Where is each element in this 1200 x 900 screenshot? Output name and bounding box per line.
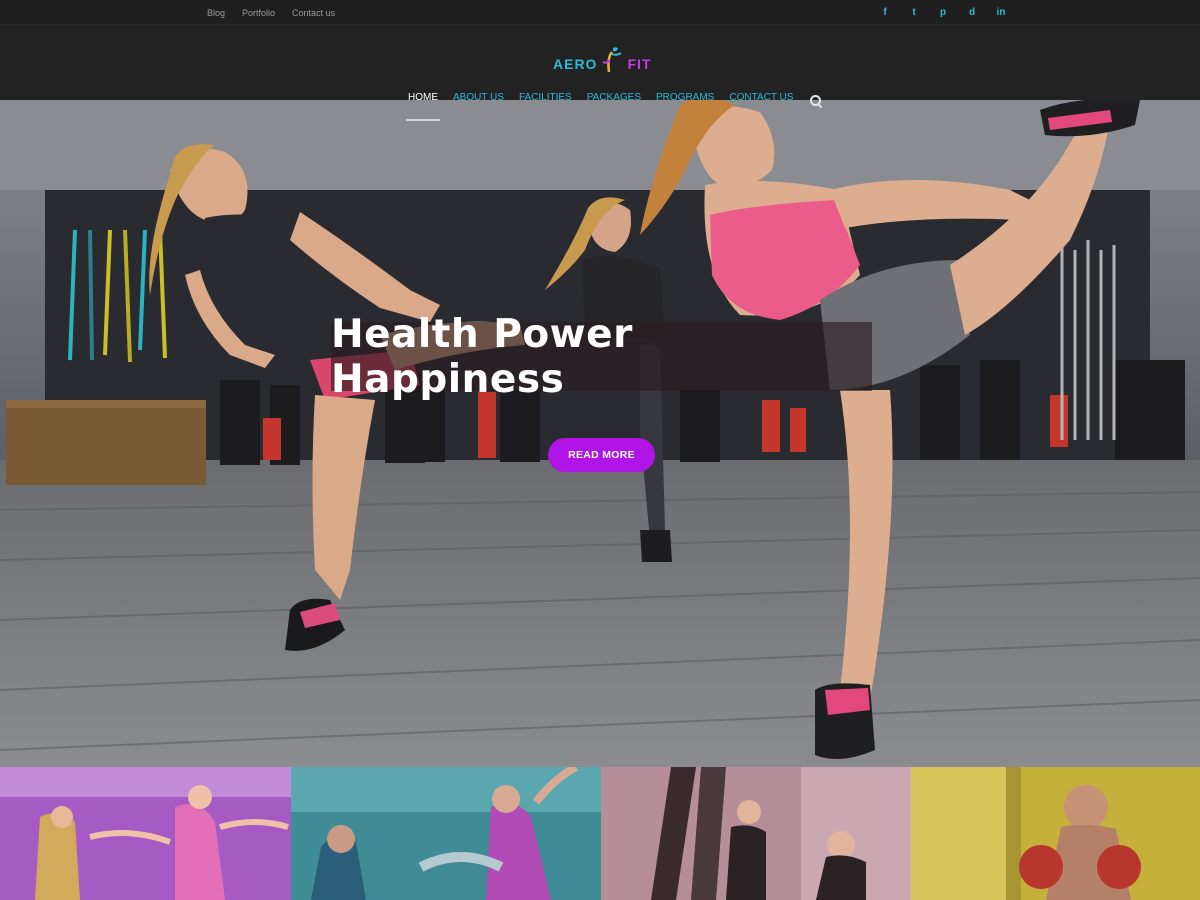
social-links: f t p d in — [880, 0, 1006, 25]
nav-item-packages[interactable]: PACKAGES — [587, 92, 641, 109]
site-header: AERO FIT HOME ABOUT US FACILITIES PACKAG… — [0, 25, 1200, 121]
logo-text-fit: FIT — [627, 56, 652, 72]
hero-headline: Health Power Happiness — [331, 311, 633, 402]
nav-item-home[interactable]: HOME — [406, 92, 440, 121]
logo-figure-icon — [602, 47, 622, 73]
search-icon[interactable] — [810, 94, 822, 107]
aerial-yoga-tile[interactable] — [601, 767, 911, 900]
boxing-tile[interactable] — [911, 767, 1200, 900]
dance-class-photo — [0, 767, 291, 900]
nav-item-facilities[interactable]: FACILITIES — [519, 92, 572, 109]
headline-band: Health Power Happiness — [331, 312, 872, 402]
twitter-icon[interactable]: t — [909, 7, 919, 18]
top-link-portfolio[interactable]: Portfolio — [242, 8, 275, 18]
boxing-photo — [911, 767, 1200, 900]
facebook-icon[interactable]: f — [880, 7, 890, 18]
hero-banner: Health Power Happiness READ MORE — [0, 100, 1200, 767]
top-link-contact[interactable]: Contact us — [292, 8, 335, 18]
nav-item-about-us[interactable]: ABOUT US — [453, 92, 504, 109]
site-logo[interactable]: AERO FIT — [553, 47, 652, 74]
main-nav: HOME ABOUT US FACILITIES PACKAGES PROGRA… — [406, 92, 822, 121]
logo-text-aero: AERO — [553, 56, 598, 72]
aerobics-class-photo — [291, 767, 601, 900]
nav-item-contact-us[interactable]: CONTACT US — [729, 92, 793, 109]
nav-item-programs[interactable]: PROGRAMS — [656, 92, 714, 109]
program-tiles — [0, 767, 1200, 900]
dance-class-tile[interactable] — [0, 767, 291, 900]
dribbble-icon[interactable]: d — [967, 7, 977, 18]
pinterest-icon[interactable]: p — [938, 7, 948, 18]
top-utility-bar: Blog Portfolio Contact us f t p d in — [0, 0, 1200, 25]
linkedin-icon[interactable]: in — [996, 7, 1006, 18]
hero-photo — [0, 100, 1200, 767]
aerial-yoga-photo — [601, 767, 911, 900]
aerobics-class-tile[interactable] — [291, 767, 601, 900]
read-more-button[interactable]: READ MORE — [548, 438, 655, 472]
top-links: Blog Portfolio Contact us — [207, 0, 335, 25]
top-link-blog[interactable]: Blog — [207, 8, 225, 18]
